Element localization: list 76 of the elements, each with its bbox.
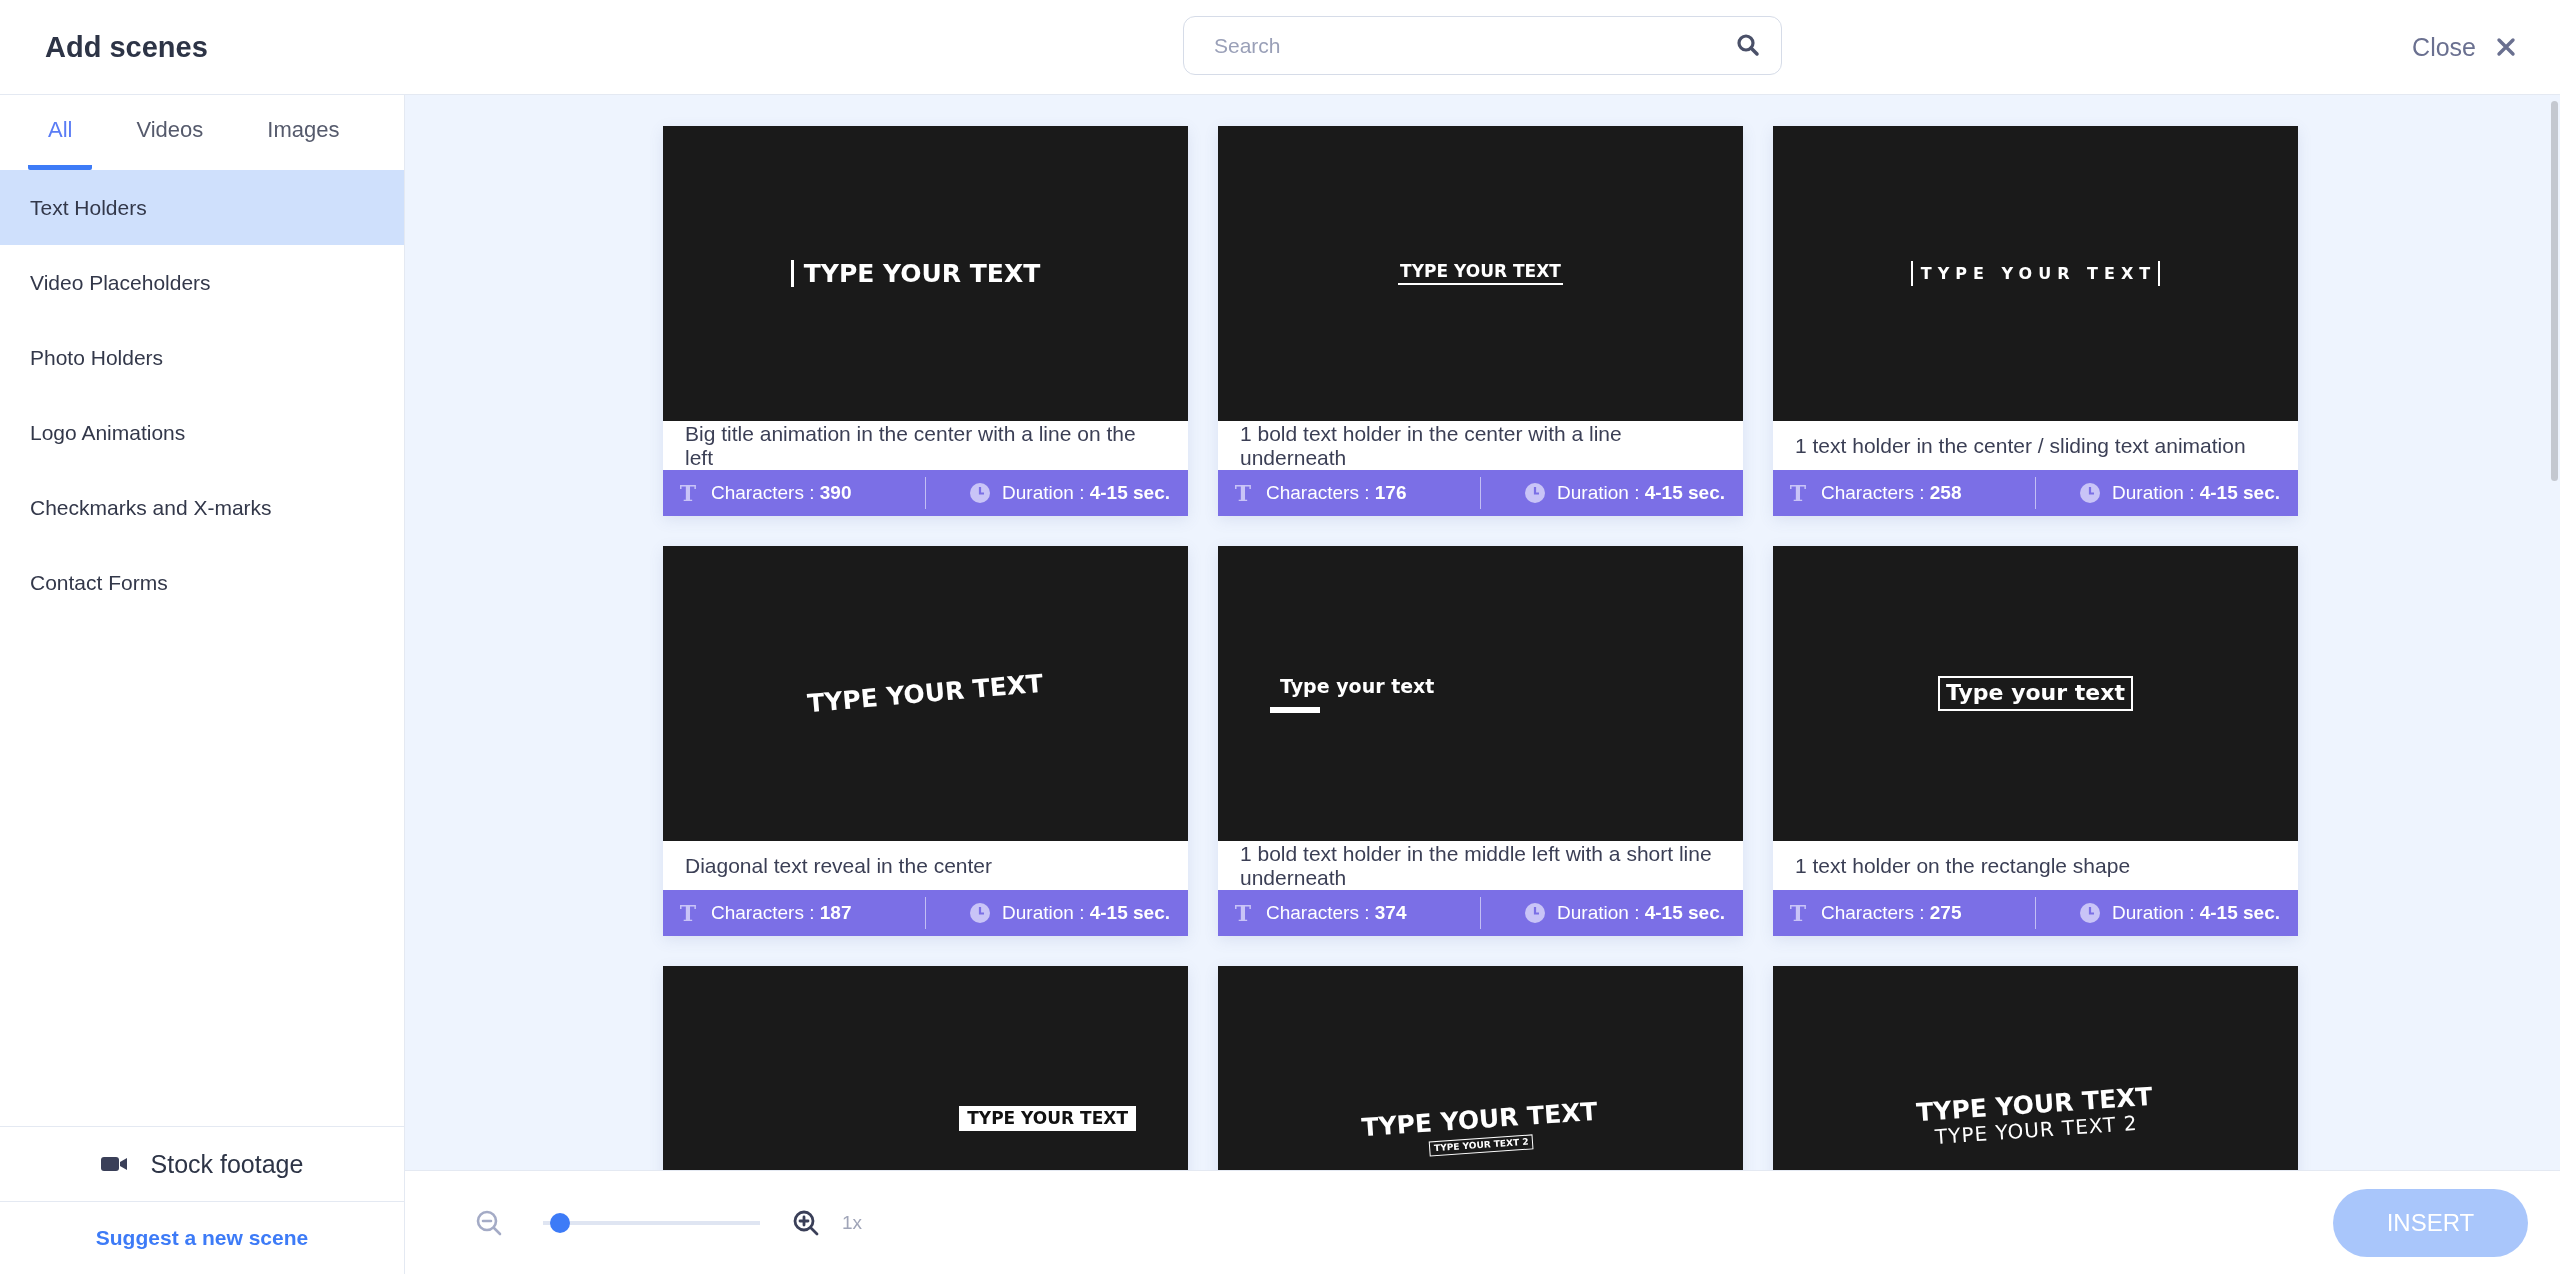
duration-text: Duration : 4-15 sec.: [1002, 902, 1170, 924]
duration-text: Duration : 4-15 sec.: [2112, 482, 2280, 504]
duration-text: Duration : 4-15 sec.: [1557, 902, 1725, 924]
clock-icon: [970, 903, 991, 923]
preview-text: TYPE YOUR TEXT: [1398, 261, 1563, 286]
zoom-out-button[interactable]: [475, 1208, 503, 1237]
clock-icon: [2080, 903, 2101, 923]
category-item[interactable]: Photo Holders: [0, 320, 404, 395]
scene-preview[interactable]: TYPE YOUR TEXT TYPE YOUR TEXT 2: [1218, 966, 1743, 1170]
scrollbar[interactable]: [2551, 101, 2558, 481]
scene-description: 1 text holder in the center / sliding text animation: [1794, 432, 2247, 459]
text-icon: T: [1787, 480, 1809, 506]
characters-count: Characters : 275: [1821, 902, 1962, 924]
video-camera-icon: [100, 1156, 127, 1172]
scene-card[interactable]: TYPE YOUR TEXT Diagonal text reveal in the center T Characters : 187 Duration : 4-15 sec.: [663, 546, 1188, 936]
text-icon: T: [1787, 900, 1809, 926]
scene-card[interactable]: Type your text 1 text holder on the rectangle shape T Characters : 275 Duration : 4-15 sec.: [1773, 546, 2298, 936]
scene-card[interactable]: TYPE YOUR TEXT Big title animation in the center with a line on the left T Characters : 390 Duration : 4-15 sec.: [663, 126, 1188, 516]
scene-card[interactable]: Type your text 1 bold text holder in the middle left with a short line underneath T Characters : 374 Duration : 4-15 sec.: [1218, 546, 1743, 936]
suggest-scene-link[interactable]: Suggest a new scene: [95, 1226, 309, 1250]
scene-preview[interactable]: Type your text: [1773, 546, 2298, 841]
characters-count: Characters : 374: [1266, 902, 1407, 924]
clock-icon: [2080, 483, 2101, 503]
preview-text: Type your text: [1938, 676, 2133, 711]
characters-count: Characters : 187: [711, 902, 852, 924]
duration-text: Duration : 4-15 sec.: [2112, 902, 2280, 924]
zoom-out-icon: [475, 1208, 503, 1237]
preview-text: TYPE YOUR TEXT: [790, 259, 1041, 288]
scene-description: 1 text holder on the rectangle shape: [1794, 852, 2132, 879]
category-item[interactable]: Logo Animations: [0, 395, 404, 470]
characters-count: Characters : 258: [1821, 482, 1962, 504]
characters-count: Characters : 390: [711, 482, 852, 504]
scene-description: Diagonal text reveal in the center: [684, 852, 993, 879]
scene-description: 1 bold text holder in the center with a line underneath: [1239, 421, 1623, 470]
filter-tab[interactable]: Videos: [116, 95, 224, 170]
scene-preview[interactable]: TYPE YOUR TEXT: [1218, 126, 1743, 421]
slider-thumb[interactable]: [549, 1212, 570, 1233]
text-icon: T: [677, 480, 699, 506]
preview-text: Type your text: [1279, 676, 1435, 697]
clock-icon: [1525, 903, 1546, 923]
preview-text: TYPE YOUR TEXT: [959, 1106, 1136, 1131]
scene-preview[interactable]: Type your text: [1218, 546, 1743, 841]
category-item[interactable]: Contact Forms: [0, 545, 404, 620]
scene-preview[interactable]: TYPE YOUR TEXT: [1773, 126, 2298, 421]
dialog-title: Add scenes: [45, 30, 208, 64]
characters-count: Characters : 176: [1266, 482, 1407, 504]
filter-tab[interactable]: Images: [247, 95, 360, 170]
duration-text: Duration : 4-15 sec.: [1557, 482, 1725, 504]
scene-card[interactable]: TYPE YOUR TEXT 1 bold text holder in the center with a line underneath T Characters : 176 Duration : 4-15 sec.: [1218, 126, 1743, 516]
preview-text: TYPE YOUR TEXT: [1910, 260, 2161, 287]
scene-preview[interactable]: TYPE YOUR TEXT TYPE YOUR TEXT 2: [1773, 966, 2298, 1170]
zoom-in-button[interactable]: [792, 1208, 820, 1237]
clock-icon: [1525, 483, 1546, 503]
text-icon: T: [677, 900, 699, 926]
scene-description: Big title animation in the center with a line on the left: [684, 421, 1137, 470]
search-icon: [1736, 33, 1760, 57]
zoom-reading: 1x: [842, 1211, 863, 1234]
category-item[interactable]: Checkmarks and X-marks: [0, 470, 404, 545]
text-icon: T: [1232, 480, 1254, 506]
scene-description: 1 bold text holder in the middle left with a short line underneath: [1239, 841, 1713, 890]
underline-bar: [1270, 706, 1320, 713]
preview-text: TYPE YOUR TEXT: [806, 669, 1045, 718]
search-field[interactable]: Search: [1183, 16, 1782, 75]
scene-preview[interactable]: TYPE YOUR TEXT: [663, 966, 1188, 1170]
close-button[interactable]: Close: [2408, 28, 2520, 66]
category-item[interactable]: Video Placeholders: [0, 245, 404, 320]
stock-footage-button[interactable]: Stock footage: [0, 1126, 404, 1201]
scene-card[interactable]: TYPE YOUR TEXT 1 text holder in the center / sliding text animation T Characters : 258 Duration : 4-15 sec.: [1773, 126, 2298, 516]
scene-preview[interactable]: TYPE YOUR TEXT: [663, 546, 1188, 841]
text-icon: T: [1232, 900, 1254, 926]
clock-icon: [970, 483, 991, 503]
scene-preview[interactable]: TYPE YOUR TEXT: [663, 126, 1188, 421]
duration-text: Duration : 4-15 sec.: [1002, 482, 1170, 504]
zoom-in-icon: [792, 1208, 820, 1237]
close-icon: [2496, 37, 2516, 57]
category-item[interactable]: Text Holders: [0, 170, 404, 245]
